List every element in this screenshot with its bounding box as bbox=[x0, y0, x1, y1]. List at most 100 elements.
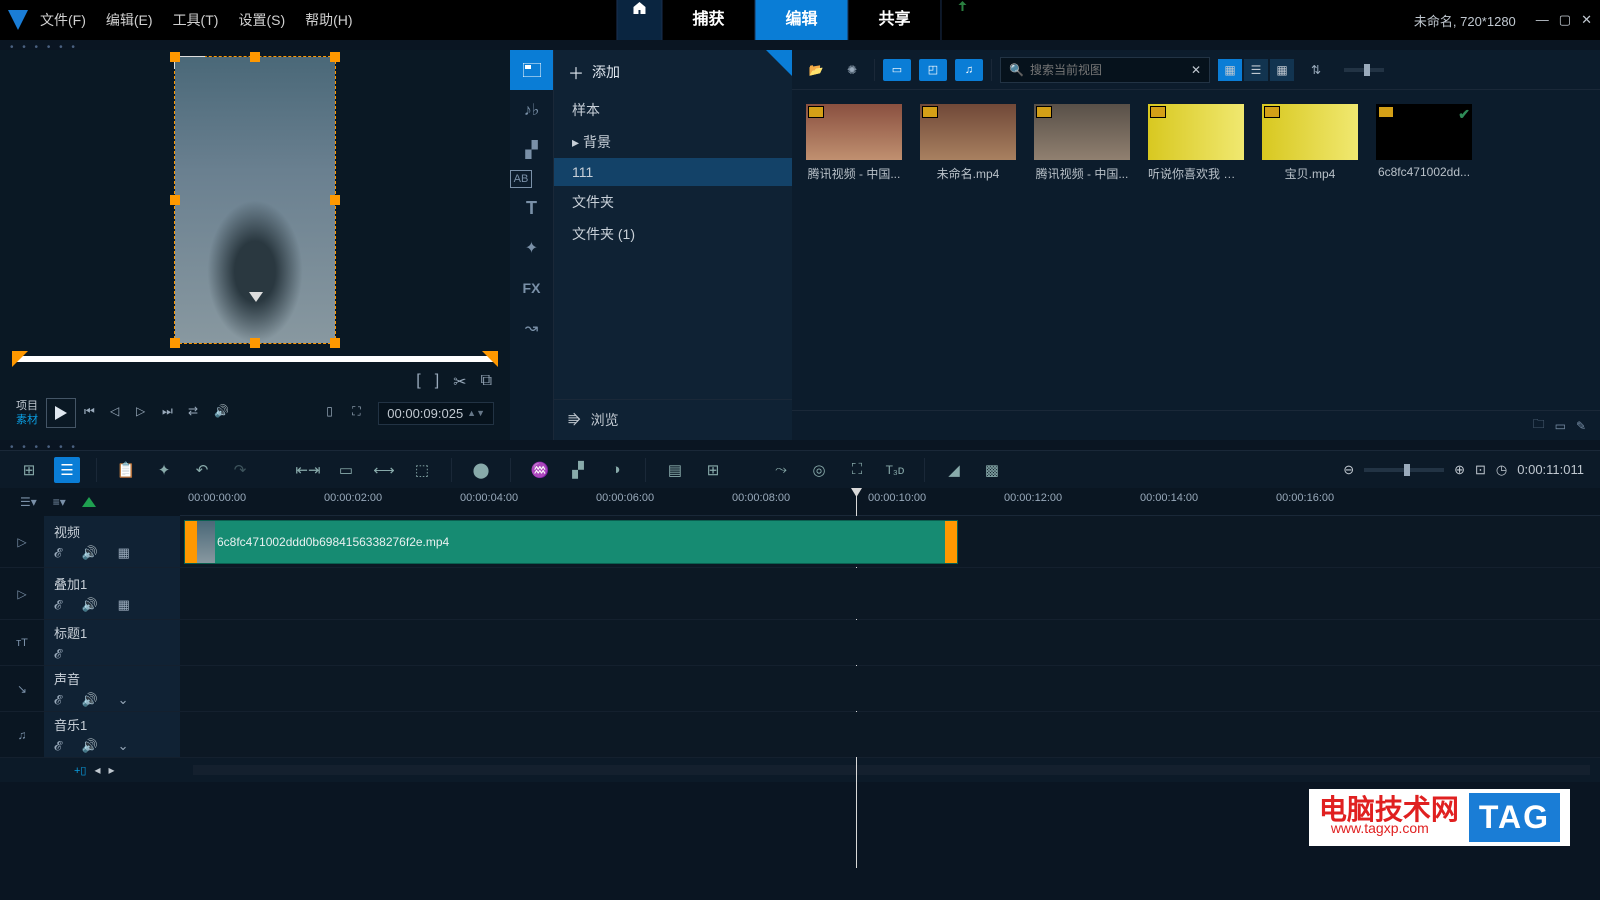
step-back-icon[interactable]: ◁ bbox=[110, 404, 128, 422]
view-thumb-icon[interactable]: ▦ bbox=[1218, 59, 1242, 81]
track-lane[interactable]: 6c8fc471002ddd0b6984156338276f2e.mp4 bbox=[180, 516, 1600, 567]
mute-icon[interactable]: 🔊 bbox=[81, 738, 97, 754]
preview-canvas[interactable]: 视频轨 bbox=[6, 56, 504, 344]
tab-share[interactable]: 共享 bbox=[848, 0, 941, 40]
fx-toggle-icon[interactable]: ▦ bbox=[118, 597, 130, 613]
time-ruler[interactable]: 00:00:00:00 00:00:02:00 00:00:04:00 00:0… bbox=[180, 488, 1600, 516]
zoom-out-icon[interactable]: ⊖ bbox=[1343, 462, 1354, 478]
libtab-media-icon[interactable] bbox=[510, 50, 553, 90]
clock-icon[interactable]: ◷ bbox=[1496, 462, 1507, 478]
libtab-graphic-icon[interactable]: ✦ bbox=[510, 228, 553, 268]
snap-icon[interactable]: ⇤⇥ bbox=[295, 457, 321, 483]
mute-icon[interactable]: 🔊 bbox=[81, 597, 97, 613]
audio-wave-icon[interactable]: ♒ bbox=[527, 457, 553, 483]
menu-edit[interactable]: 编辑(E) bbox=[106, 10, 153, 30]
library-clip[interactable]: 腾讯视频 - 中国... bbox=[806, 104, 902, 182]
clip-trim-left[interactable] bbox=[185, 521, 197, 563]
track-icon-music[interactable]: ♫ bbox=[0, 712, 44, 757]
go-end-icon[interactable]: ⏭ bbox=[162, 404, 180, 422]
add-folder-button[interactable]: ＋添加 bbox=[554, 50, 792, 94]
menu-file[interactable]: 文件(F) bbox=[40, 10, 86, 30]
track-opts-icon[interactable]: ☰▾ bbox=[20, 495, 37, 509]
link-icon[interactable]: 𝓔 bbox=[54, 597, 61, 613]
sort-icon[interactable]: ⇅ bbox=[1302, 56, 1330, 84]
library-clip[interactable]: ✔6c8fc471002dd... bbox=[1376, 104, 1472, 182]
tree-sample[interactable]: 样本 bbox=[554, 94, 792, 126]
storyboard-view-icon[interactable]: ⊞ bbox=[16, 457, 42, 483]
split-screen-icon[interactable]: ▤ bbox=[662, 457, 688, 483]
play-button[interactable] bbox=[46, 398, 76, 428]
track-icon-video[interactable]: ▷ bbox=[0, 516, 44, 567]
track-icon-title[interactable]: ᴛT bbox=[0, 620, 44, 665]
view-list-icon[interactable]: ☰ bbox=[1244, 59, 1268, 81]
link-icon[interactable]: 𝓔 bbox=[54, 738, 61, 754]
horizontal-scrollbar[interactable] bbox=[193, 765, 1590, 775]
fit-icon[interactable]: ⊡ bbox=[1475, 462, 1486, 478]
library-clip[interactable]: 未命名.mp4 bbox=[920, 104, 1016, 182]
library-clip[interactable]: 腾讯视频 - 中国... bbox=[1034, 104, 1130, 182]
library-clip[interactable]: 宝贝.mp4 bbox=[1262, 104, 1358, 182]
mark-out-icon[interactable]: ] bbox=[435, 372, 439, 392]
mode-project-label[interactable]: 项目 bbox=[16, 399, 38, 413]
panel-grip[interactable]: • • • • • • bbox=[0, 440, 1600, 450]
mask-icon[interactable]: ◢ bbox=[941, 457, 967, 483]
track-opts2-icon[interactable]: ≡▾ bbox=[53, 495, 66, 509]
link-icon[interactable]: 𝓔 bbox=[54, 545, 61, 561]
libtab-title-icon[interactable]: AB bbox=[510, 170, 532, 188]
track-lane[interactable] bbox=[180, 620, 1600, 665]
fx-toggle-icon[interactable]: ▦ bbox=[118, 545, 130, 561]
resize-handle[interactable] bbox=[330, 195, 340, 205]
view-grid-icon[interactable]: ▦ bbox=[1270, 59, 1294, 81]
zoom-in-icon[interactable]: ⊕ bbox=[1454, 462, 1465, 478]
settings-gear-icon[interactable]: ✦ bbox=[151, 457, 177, 483]
close-icon[interactable]: ✕ bbox=[1581, 12, 1592, 28]
marker-icon[interactable]: ▭ bbox=[333, 457, 359, 483]
libtab-transition-icon[interactable]: ▞ bbox=[510, 130, 553, 170]
expand-icon[interactable]: ⛶ bbox=[352, 404, 370, 422]
libtab-text-icon[interactable]: T bbox=[510, 188, 553, 228]
add-track-icon[interactable] bbox=[82, 497, 96, 507]
tree-folder-111[interactable]: 111 bbox=[554, 158, 792, 186]
mute-icon[interactable]: 🔊 bbox=[81, 545, 97, 561]
volume-icon[interactable]: 🔊 bbox=[214, 404, 232, 422]
mark-in-icon[interactable]: [ bbox=[416, 372, 420, 392]
minimize-icon[interactable]: — bbox=[1536, 12, 1549, 28]
stabilize-icon[interactable]: ⛶ bbox=[844, 457, 870, 483]
filter-image-icon[interactable]: ◰ bbox=[919, 59, 947, 81]
tree-background[interactable]: ▸背景 bbox=[554, 126, 792, 158]
tree-folder[interactable]: 文件夹 bbox=[554, 186, 792, 218]
chevron-down-icon[interactable]: ⌄ bbox=[118, 692, 129, 708]
resize-handle[interactable] bbox=[250, 52, 260, 62]
link-icon[interactable]: 𝓔 bbox=[54, 646, 61, 662]
library-clip[interactable]: 听说你喜欢我 第... bbox=[1148, 104, 1244, 182]
menu-help[interactable]: 帮助(H) bbox=[305, 10, 352, 30]
resize-handle[interactable] bbox=[170, 52, 180, 62]
clip-trim-right[interactable] bbox=[945, 521, 957, 563]
timeline-view-icon[interactable]: ☰ bbox=[54, 457, 80, 483]
add-track-bottom-icon[interactable]: +▯ bbox=[74, 764, 86, 777]
panel-grip[interactable]: • • • • • • bbox=[0, 40, 1600, 50]
search-input[interactable] bbox=[1030, 63, 1185, 77]
track-icon-overlay[interactable]: ▷ bbox=[0, 568, 44, 619]
blend-icon[interactable]: ◑ bbox=[603, 457, 629, 483]
mute-icon[interactable]: 🔊 bbox=[81, 692, 97, 708]
redo-icon[interactable]: ↷ bbox=[227, 457, 253, 483]
step-fwd-icon[interactable]: ▷ bbox=[136, 404, 154, 422]
clear-search-icon[interactable]: ✕ bbox=[1191, 63, 1201, 77]
resize-handle[interactable] bbox=[170, 195, 180, 205]
import-icon[interactable]: 📂 bbox=[802, 56, 830, 84]
scroll-right-icon[interactable]: ▸ bbox=[109, 763, 115, 777]
slip-icon[interactable]: ⟷ bbox=[371, 457, 397, 483]
tab-edit[interactable]: 编辑 bbox=[754, 0, 847, 40]
timeline-clip[interactable]: 6c8fc471002ddd0b6984156338276f2e.mp4 bbox=[184, 520, 958, 564]
footer-folder-icon[interactable]: 🗀 bbox=[1533, 415, 1545, 436]
timeline-zoom-slider[interactable] bbox=[1364, 468, 1444, 472]
filter-audio-icon[interactable]: ♫ bbox=[955, 59, 983, 81]
track-lane[interactable] bbox=[180, 712, 1600, 757]
resize-handle[interactable] bbox=[330, 338, 340, 348]
libtab-fx-icon[interactable]: FX bbox=[510, 268, 553, 308]
chroma-icon[interactable]: ▩ bbox=[979, 457, 1005, 483]
copy-clip-icon[interactable]: ⧉ bbox=[481, 372, 492, 392]
link-icon[interactable]: 𝓔 bbox=[54, 692, 61, 708]
scroll-left-icon[interactable]: ◂ bbox=[94, 763, 100, 777]
